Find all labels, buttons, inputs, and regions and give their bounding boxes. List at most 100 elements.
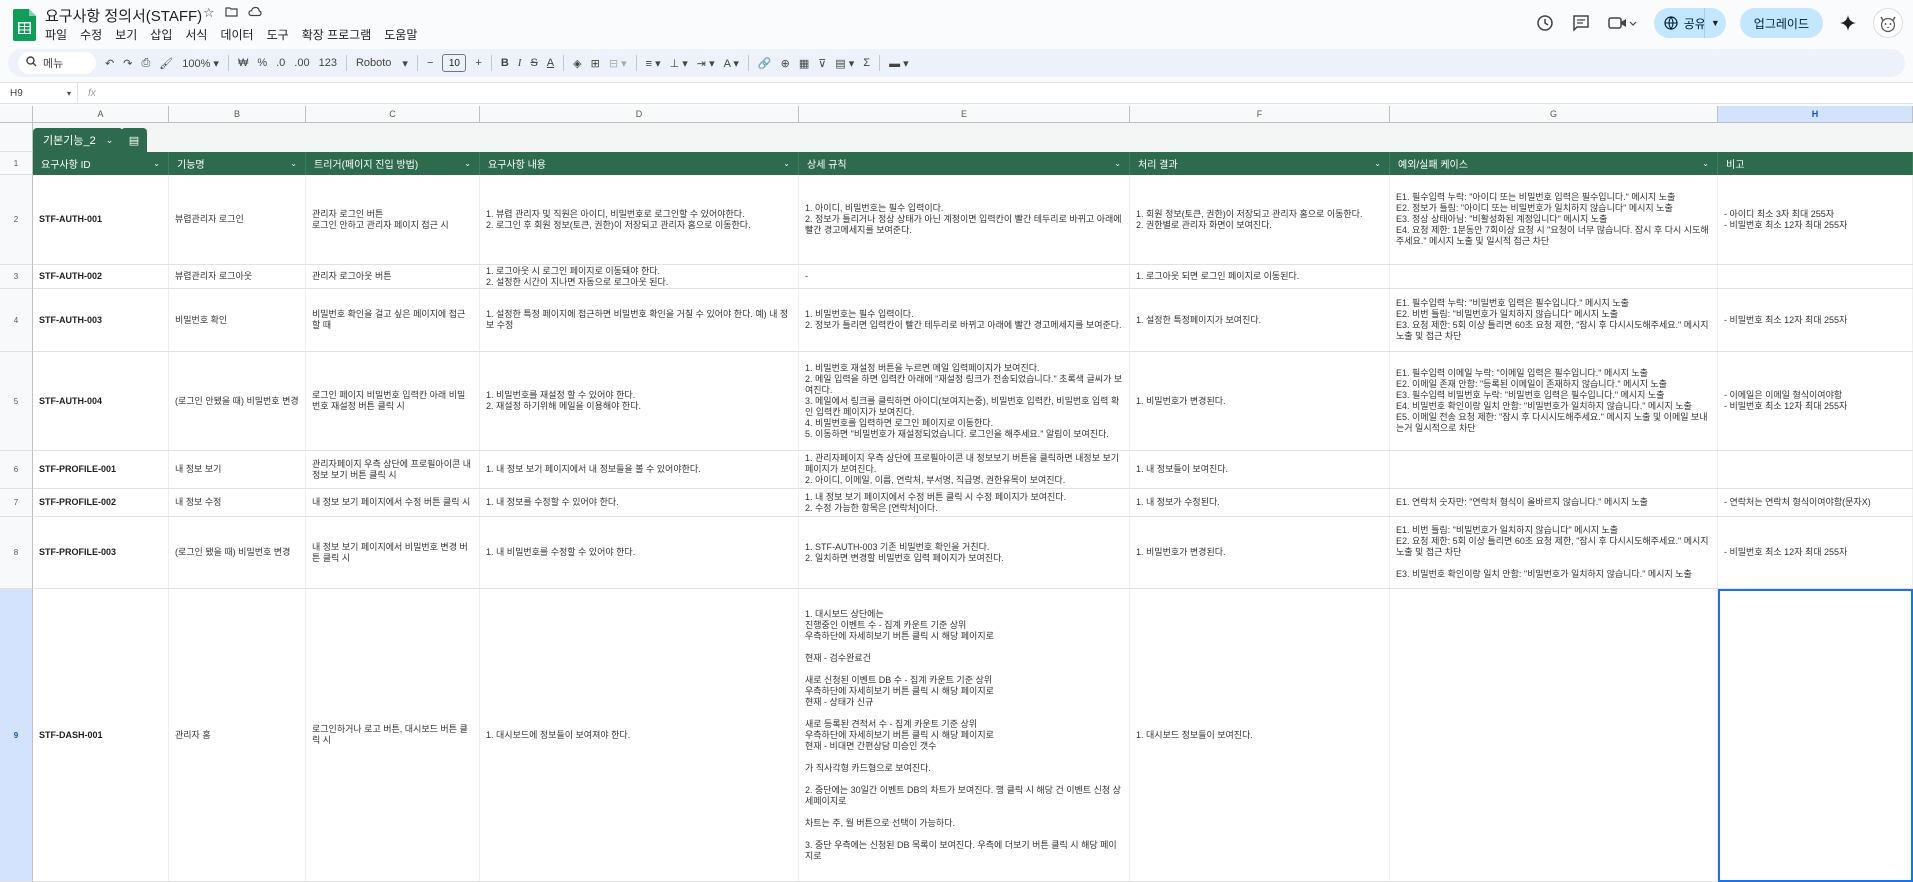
meet-video-icon[interactable] xyxy=(1606,12,1640,34)
comments-icon[interactable] xyxy=(1570,12,1592,34)
table-cell[interactable]: STF-AUTH-001 xyxy=(33,175,169,264)
table-cell[interactable]: 1. 설정한 특정페이지가 보여진다. xyxy=(1130,289,1390,351)
menu-format[interactable]: 서식 xyxy=(185,26,207,43)
column-header-b[interactable]: B xyxy=(169,106,306,123)
document-title[interactable]: 요구사항 정의서(STAFF) xyxy=(45,5,202,26)
column-header-a[interactable]: A xyxy=(33,106,169,123)
currency-format-button[interactable]: ₩ xyxy=(238,57,248,69)
table-cell[interactable]: - 비밀번호 최소 12자 최대 255자 xyxy=(1718,517,1913,588)
table-cell[interactable]: E1. 필수입력 이메일 누락: "이메일 입력은 필수입니다." 메시지 노출… xyxy=(1390,352,1718,450)
table-view-icon[interactable]: ▤ xyxy=(121,128,147,152)
percent-format-button[interactable]: % xyxy=(257,57,267,69)
table-cell[interactable] xyxy=(1718,265,1913,288)
table-cell[interactable]: 비밀번호 확인 xyxy=(169,289,306,351)
table-cell[interactable]: 1. 관리자페이지 우측 상단에 프로필아이콘 내 정보보기 버튼을 클릭하면 … xyxy=(799,451,1130,488)
chevron-down-icon[interactable]: ⌄ xyxy=(464,159,471,168)
table-cell[interactable]: STF-PROFILE-003 xyxy=(33,517,169,588)
share-dropdown-icon[interactable]: ▼ xyxy=(1703,8,1726,38)
menu-file[interactable]: 파일 xyxy=(45,26,67,43)
row-header[interactable]: 4 xyxy=(0,289,33,352)
row-header[interactable]: 3 xyxy=(0,265,33,289)
table-cell[interactable]: (로그인 안됐을 때) 비밀번호 변경 xyxy=(169,352,306,450)
move-folder-icon[interactable] xyxy=(225,5,238,21)
avatar[interactable] xyxy=(1873,8,1903,38)
horizontal-align-icon[interactable]: ≡ ▾ xyxy=(646,57,661,70)
table-cell[interactable] xyxy=(1390,451,1718,488)
table-cell[interactable]: 1. 비밀번호가 변경된다. xyxy=(1130,517,1390,588)
menu-tools[interactable]: 도구 xyxy=(267,26,289,43)
table-cell[interactable]: - 연락처는 연락처 형식이여야함(문자X) xyxy=(1718,489,1913,516)
text-color-icon[interactable]: A xyxy=(547,57,554,69)
row-header-blank[interactable] xyxy=(0,123,33,152)
table-header-cell[interactable]: 상세 규칙 ⌄ xyxy=(799,152,1130,175)
font-size-input[interactable]: 10 xyxy=(442,54,467,72)
strikethrough-icon[interactable]: S xyxy=(530,57,537,69)
paint-format-icon[interactable]: 🖌 xyxy=(159,57,173,70)
table-cell[interactable]: E1. 비번 틀림: "비밀번호가 일치하지 않습니다" 메시지 노출 E2. … xyxy=(1390,517,1718,588)
table-cell[interactable]: 1. 내 정보를 수정할 수 있어야 한다. xyxy=(480,489,799,516)
table-cell[interactable]: 1. 대시보드 정보들이 보여진다. xyxy=(1130,589,1390,881)
table-cell[interactable]: 1. 비밀번호 재설정 버튼을 누르면 메일 입력페이지가 보여진다. 2. 메… xyxy=(799,352,1130,450)
functions-icon[interactable]: Σ xyxy=(863,57,870,69)
table-cell[interactable]: 1. 내 비밀번호를 수정할 수 있어야 한다. xyxy=(480,517,799,588)
menu-help[interactable]: 도움말 xyxy=(384,26,417,43)
filter-views-icon[interactable]: ▤ ▾ xyxy=(835,57,854,70)
decrease-font-size-button[interactable]: − xyxy=(427,57,433,69)
insert-link-icon[interactable]: 🔗 xyxy=(758,57,772,70)
chevron-down-icon[interactable]: ⌄ xyxy=(783,159,790,168)
table-cell[interactable]: 1. 설정한 특정 페이지에 접근하면 비밀번호 확인을 거칠 수 있어야 한다… xyxy=(480,289,799,351)
redo-icon[interactable]: ↷ xyxy=(123,57,132,70)
input-tools-icon[interactable]: ▬ ▾ xyxy=(889,57,909,70)
bold-icon[interactable]: B xyxy=(501,57,509,69)
table-cell[interactable]: 관리자페이지 우측 상단에 프로필아이콘 내 정보 보기 버튼 클릭 시 xyxy=(306,451,480,488)
chevron-down-icon[interactable]: ⌄ xyxy=(1374,159,1381,168)
table-cell[interactable]: 1. 내 정보 보기 페이지에서 내 정보들을 볼 수 있어야한다. xyxy=(480,451,799,488)
insert-chart-icon[interactable]: ▦ xyxy=(799,57,809,70)
increase-font-size-button[interactable]: + xyxy=(475,57,481,69)
font-select[interactable]: Roboto ▾ xyxy=(356,57,408,70)
table-cell[interactable]: E1. 필수입력 누락: "아이디 또는 비밀번호 입력은 필수입니다." 메시… xyxy=(1390,175,1718,264)
table-cell[interactable]: 1. 비밀번호는 필수 입력이다. 2. 정보가 틀리면 입력칸이 빨간 테두리… xyxy=(799,289,1130,351)
vertical-align-icon[interactable]: ⊥ ▾ xyxy=(670,57,688,70)
table-cell[interactable]: 1. 회원 정보(토큰, 권한)이 저장되고 관리자 홈으로 이동한다. 2. … xyxy=(1130,175,1390,264)
table-cell[interactable]: - 이메일은 이메일 형식이여야함 - 비밀번호 최소 12자 최대 255자 xyxy=(1718,352,1913,450)
chevron-down-icon[interactable]: ⌄ xyxy=(1702,159,1709,168)
version-history-icon[interactable] xyxy=(1534,12,1556,34)
table-cell[interactable]: STF-AUTH-003 xyxy=(33,289,169,351)
table-cell[interactable]: - xyxy=(799,265,1130,288)
table-header-cell[interactable]: 처리 결과 ⌄ xyxy=(1130,152,1390,175)
table-cell[interactable] xyxy=(1390,589,1718,881)
zoom-select[interactable]: 100% ▾ xyxy=(182,57,219,70)
table-cell[interactable] xyxy=(1718,451,1913,488)
menu-view[interactable]: 보기 xyxy=(115,26,137,43)
table-cell[interactable]: 뷰렵관리자 로그인 xyxy=(169,175,306,264)
table-cell[interactable]: STF-AUTH-002 xyxy=(33,265,169,288)
undo-icon[interactable]: ↶ xyxy=(105,57,114,70)
table-cell[interactable]: 1. 로그아웃 시 로그인 페이지로 이동돼야 한다. 2. 설정한 시간이 지… xyxy=(480,265,799,288)
star-icon[interactable]: ☆ xyxy=(203,5,215,21)
table-header-cell[interactable]: 예외/실패 케이스 ⌄ xyxy=(1390,152,1718,175)
table-cell[interactable]: 관리자 홈 xyxy=(169,589,306,881)
chevron-down-icon[interactable]: ⌄ xyxy=(153,159,160,168)
menu-search[interactable]: 메뉴 xyxy=(18,52,96,74)
row-header[interactable]: 7 xyxy=(0,489,33,517)
table-cell[interactable]: 1. 대시보드에 정보들이 보여져야 한다. xyxy=(480,589,799,881)
row-header[interactable]: 8 xyxy=(0,517,33,589)
table-cell[interactable]: 1. 내 정보들이 보여진다. xyxy=(1130,451,1390,488)
table-cell[interactable]: 관리자 로그인 버튼 로그인 안하고 관리자 페이지 접근 시 xyxy=(306,175,480,264)
cloud-status-icon[interactable] xyxy=(248,5,262,21)
table-cell[interactable]: E1. 연락처 숫자만: "연락처 형식이 올바르지 않습니다." 메시지 노출 xyxy=(1390,489,1718,516)
table-cell[interactable]: 비밀번호 확인을 걸고 싶은 페이지에 접근할 때 xyxy=(306,289,480,351)
table-cell[interactable]: 1. 내 정보 보기 페이지에서 수정 버튼 클릭 시 수정 페이지가 보여진다… xyxy=(799,489,1130,516)
table-cell[interactable] xyxy=(1390,265,1718,288)
table-cell[interactable]: STF-PROFILE-001 xyxy=(33,451,169,488)
name-box[interactable]: H9 ▾ xyxy=(0,83,78,103)
row-header[interactable]: 9 xyxy=(0,589,33,882)
decrease-decimal-button[interactable]: .0 xyxy=(276,57,285,69)
filter-icon[interactable]: ⊽ xyxy=(818,57,826,70)
table-cell[interactable]: 1. 내 정보가 수정된다. xyxy=(1130,489,1390,516)
table-header-cell[interactable]: 비고 xyxy=(1718,152,1913,175)
column-header-c[interactable]: C xyxy=(306,106,480,123)
column-header-d[interactable]: D xyxy=(480,106,799,123)
upgrade-button[interactable]: 업그레이드 xyxy=(1739,8,1823,38)
